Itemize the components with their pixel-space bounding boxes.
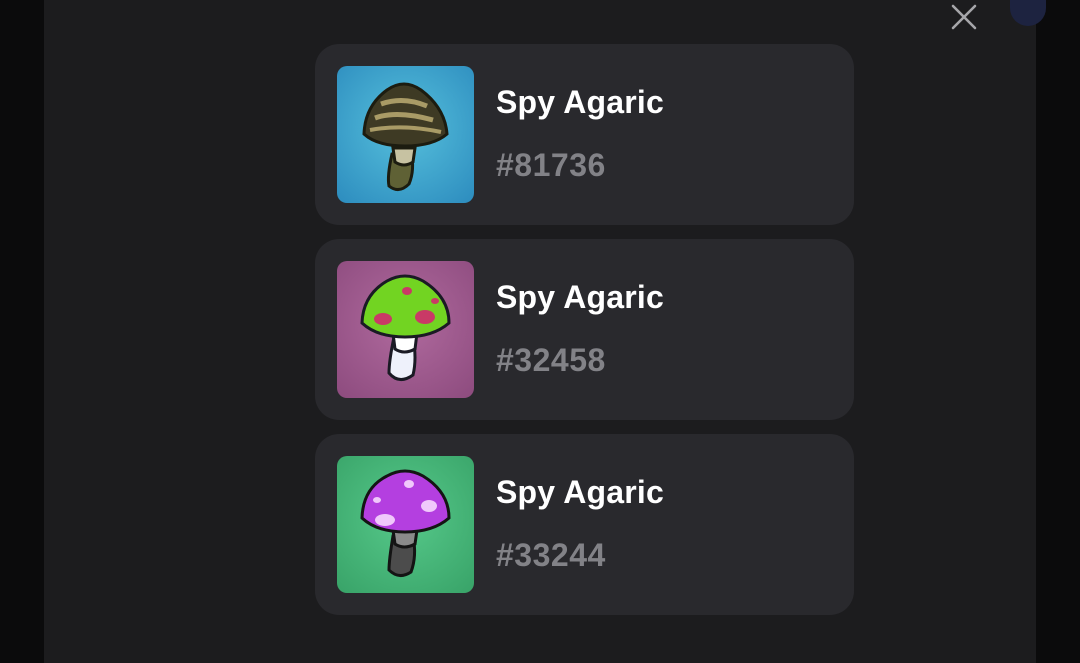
item-thumbnail <box>337 261 474 398</box>
item-thumbnail <box>337 456 474 593</box>
item-number: #33244 <box>496 537 606 573</box>
close-icon <box>951 4 977 30</box>
close-button[interactable] <box>946 0 982 34</box>
mushroom-icon <box>337 261 474 398</box>
item-card[interactable]: Spy Agaric #33244 <box>315 434 854 615</box>
item-card[interactable]: Spy Agaric #81736 <box>315 44 854 225</box>
item-name: Spy Agaric <box>496 84 664 120</box>
item-number: #81736 <box>496 147 606 183</box>
item-list: Spy Agaric #81736 Spy Agaric #32458 Spy … <box>315 44 854 615</box>
item-thumbnail <box>337 66 474 203</box>
item-card[interactable]: Spy Agaric #32458 <box>315 239 854 420</box>
mushroom-icon <box>337 456 474 593</box>
item-name: Spy Agaric <box>496 474 664 510</box>
modal: Spy Agaric #81736 Spy Agaric #32458 Spy … <box>44 0 1036 663</box>
item-number: #32458 <box>496 342 606 378</box>
item-name: Spy Agaric <box>496 279 664 315</box>
mushroom-icon <box>337 66 474 203</box>
